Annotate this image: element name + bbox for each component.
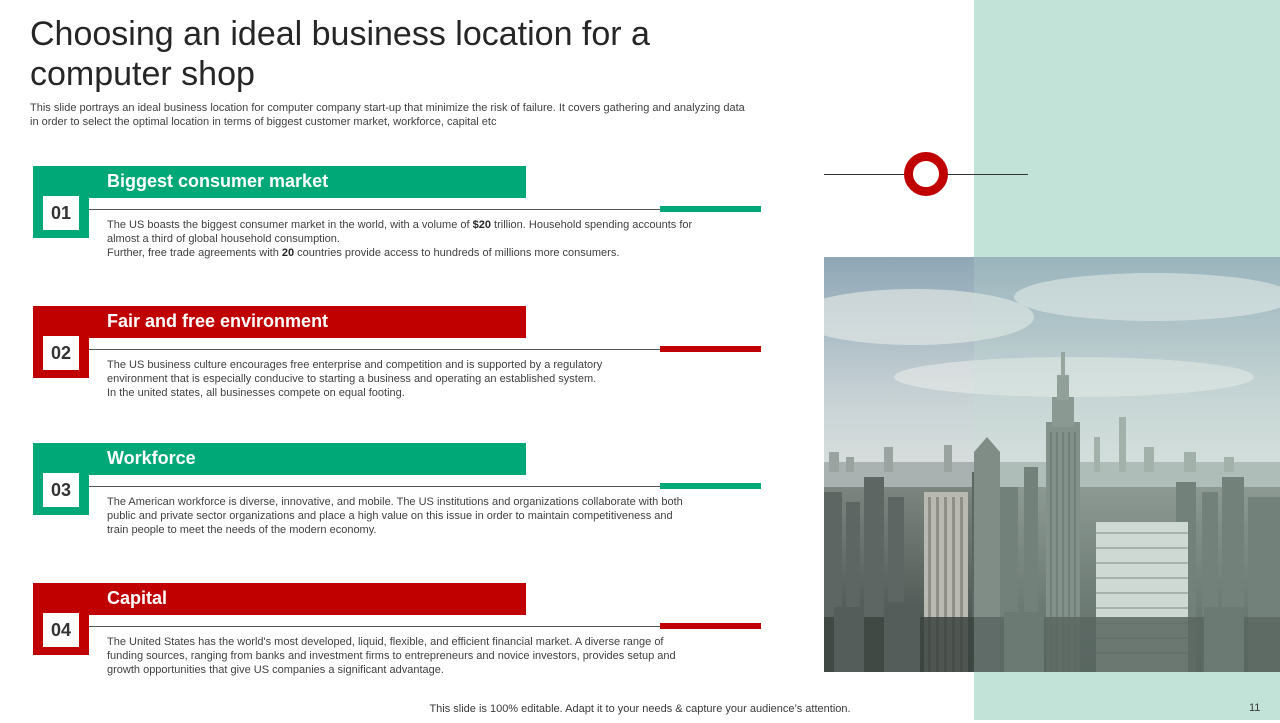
item-number: 01 (43, 196, 79, 230)
item-heading-bar[interactable]: Capital (89, 583, 526, 615)
item-number-tab: 01 (33, 166, 89, 238)
item-number-tab: 03 (33, 443, 89, 515)
item-description[interactable]: The US business culture encourages free … (107, 358, 607, 400)
item-number-tab: 04 (33, 583, 89, 655)
item-heading-bar[interactable]: Workforce (89, 443, 526, 475)
item-description[interactable]: The United States has the world's most d… (107, 635, 682, 677)
slide-subtitle[interactable]: This slide portrays an ideal business lo… (30, 101, 750, 129)
footer-note[interactable]: This slide is 100% editable. Adapt it to… (0, 703, 1280, 715)
item-heading-bar[interactable]: Biggest consumer market (89, 166, 526, 198)
timeline-ring-icon (904, 152, 948, 196)
accent-bar (660, 346, 761, 352)
accent-bar (660, 206, 761, 212)
item-number: 03 (43, 473, 79, 507)
item-number-tab: 02 (33, 306, 89, 378)
item-heading: Capital (107, 588, 168, 608)
item-heading-bar[interactable]: Fair and free environment (89, 306, 526, 338)
item-description[interactable]: The American workforce is diverse, innov… (107, 495, 697, 537)
item-heading: Biggest consumer market (107, 171, 329, 191)
item-description[interactable]: The US boasts the biggest consumer marke… (107, 218, 707, 260)
item-capital: 04 Capital The United States has the wor… (33, 583, 773, 723)
item-biggest-consumer-market: 01 Biggest consumer market The US boasts… (33, 166, 773, 306)
accent-bar (660, 483, 761, 489)
slide-title[interactable]: Choosing an ideal business location for … (30, 14, 790, 94)
city-skyline-photo[interactable] (824, 257, 1280, 672)
accent-bar (660, 623, 761, 629)
item-fair-and-free-environment: 02 Fair and free environment The US busi… (33, 306, 773, 446)
item-workforce: 03 Workforce The American workforce is d… (33, 443, 773, 583)
item-number: 04 (43, 613, 79, 647)
city-skyline-illustration (824, 257, 1280, 672)
item-number: 02 (43, 336, 79, 370)
item-heading: Workforce (107, 448, 196, 468)
item-heading: Fair and free environment (107, 311, 329, 331)
page-number: 11 (1249, 702, 1261, 714)
